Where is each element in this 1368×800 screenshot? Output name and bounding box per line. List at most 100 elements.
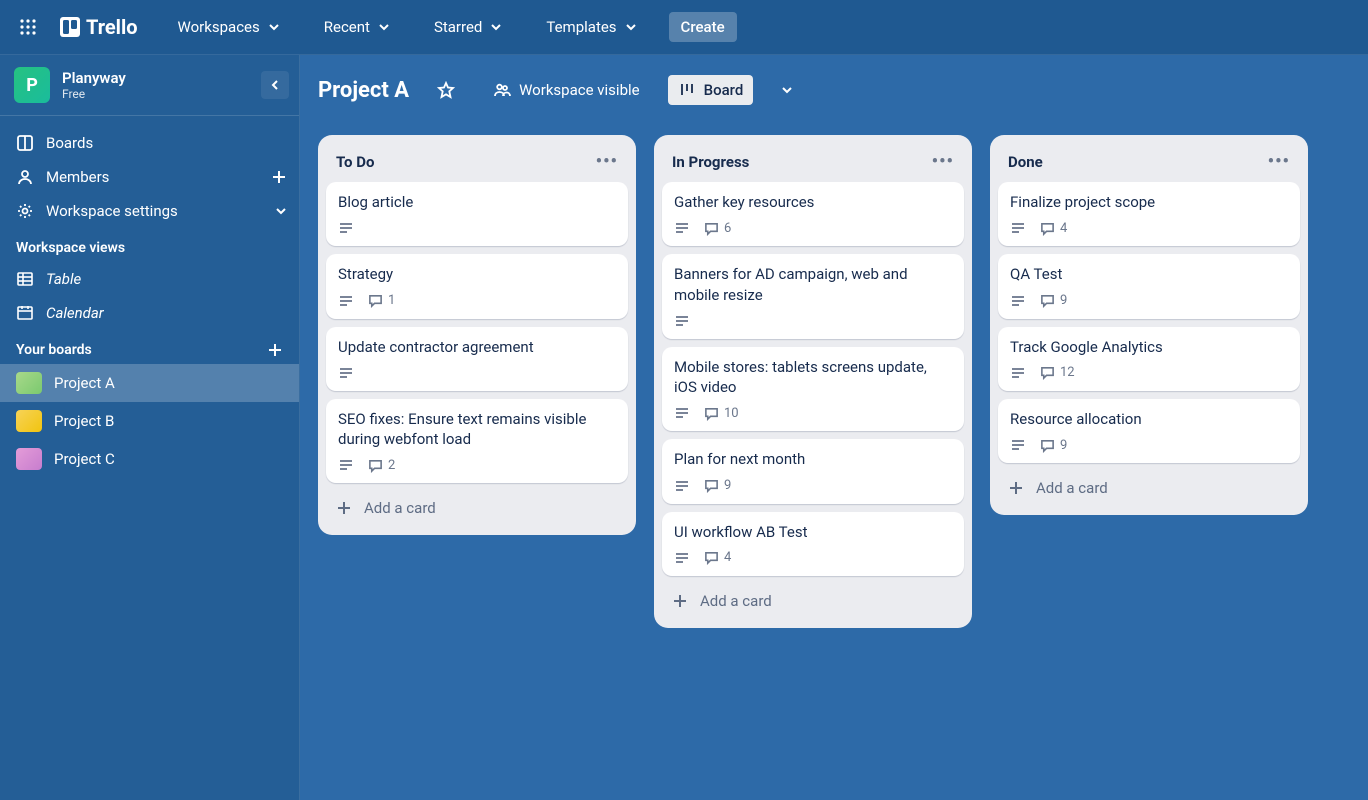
collapse-sidebar-button[interactable] xyxy=(261,71,289,99)
view-switcher[interactable]: Board xyxy=(668,75,754,105)
comment-count: 9 xyxy=(724,478,731,493)
card-badges: 4 xyxy=(674,550,952,566)
card-title: Update contractor agreement xyxy=(338,337,616,357)
card-title: Track Google Analytics xyxy=(1010,337,1288,357)
gear-icon xyxy=(16,202,34,220)
nav-templates[interactable]: Templates xyxy=(534,12,648,42)
plus-icon xyxy=(336,500,352,516)
comment-count: 1 xyxy=(388,293,395,308)
add-member-button[interactable] xyxy=(271,169,287,185)
star-button[interactable] xyxy=(427,75,465,105)
list: Done ••• Finalize project scope 4 QA Test9 Tr… xyxy=(990,135,1308,515)
sidebar-board-item[interactable]: Project A xyxy=(0,364,299,402)
list-menu-button[interactable]: ••• xyxy=(1268,151,1290,172)
card[interactable]: Track Google Analytics 12 xyxy=(998,327,1300,391)
card[interactable]: Resource allocation9 xyxy=(998,399,1300,463)
board-title[interactable]: Project A xyxy=(318,78,409,103)
nav-starred[interactable]: Starred xyxy=(422,12,514,42)
chevron-down-icon xyxy=(490,21,502,33)
card[interactable]: Blog article xyxy=(326,182,628,246)
list-title[interactable]: In Progress xyxy=(672,153,749,171)
sidebar-calendar-view[interactable]: Calendar xyxy=(0,296,299,330)
lists-container: To Do ••• Blog article Strategy1 Update cont… xyxy=(300,125,1368,800)
sidebar-members[interactable]: Members xyxy=(0,160,299,194)
sidebar-table-view[interactable]: Table xyxy=(0,262,299,296)
settings-expand[interactable] xyxy=(275,205,287,217)
comment-icon xyxy=(1040,365,1055,380)
workspace-switcher[interactable]: P Planyway Free xyxy=(0,55,299,116)
board-header: Project A Workspace visible Board xyxy=(300,55,1368,125)
add-card-button[interactable]: Add a card xyxy=(662,584,964,618)
chevron-down-icon xyxy=(268,21,280,33)
your-boards-header: Your boards xyxy=(0,330,299,364)
card-badges xyxy=(338,365,616,381)
comment-icon xyxy=(368,293,383,308)
add-card-button[interactable]: Add a card xyxy=(326,491,628,525)
card-badges: 2 xyxy=(338,457,616,473)
view-switcher-more[interactable] xyxy=(771,78,803,102)
brand-logo[interactable]: Trello xyxy=(52,15,146,39)
comment-count: 4 xyxy=(1060,221,1067,236)
sidebar-boards[interactable]: Boards xyxy=(0,126,299,160)
description-icon xyxy=(674,313,690,329)
nav-recent[interactable]: Recent xyxy=(312,12,402,42)
calendar-icon xyxy=(16,304,34,322)
list-menu-button[interactable]: ••• xyxy=(596,151,618,172)
chevron-down-icon xyxy=(378,21,390,33)
star-icon xyxy=(437,81,455,99)
sidebar-board-item[interactable]: Project B xyxy=(0,402,299,440)
workspace-plan: Free xyxy=(62,87,126,101)
card[interactable]: Finalize project scope 4 xyxy=(998,182,1300,246)
card[interactable]: Plan for next month 9 xyxy=(662,439,964,503)
add-board-button[interactable] xyxy=(267,342,283,358)
description-icon xyxy=(674,405,690,421)
nav-workspaces[interactable]: Workspaces xyxy=(166,12,292,42)
card-title: SEO fixes: Ensure text remains visible d… xyxy=(338,409,616,450)
create-button[interactable]: Create xyxy=(669,12,737,42)
table-icon xyxy=(16,270,34,288)
workspace-avatar: P xyxy=(14,67,50,103)
card[interactable]: Strategy1 xyxy=(326,254,628,318)
list-title[interactable]: To Do xyxy=(336,153,374,171)
apps-icon[interactable] xyxy=(10,9,46,45)
sidebar-settings[interactable]: Workspace settings xyxy=(0,194,299,228)
list-menu-button[interactable]: ••• xyxy=(932,151,954,172)
list-title[interactable]: Done xyxy=(1008,153,1043,171)
list: To Do ••• Blog article Strategy1 Update cont… xyxy=(318,135,636,535)
description-icon xyxy=(674,220,690,236)
description-icon xyxy=(674,550,690,566)
card-title: Resource allocation xyxy=(1010,409,1288,429)
comment-icon xyxy=(368,458,383,473)
card[interactable]: SEO fixes: Ensure text remains visible d… xyxy=(326,399,628,484)
card[interactable]: Gather key resources 6 xyxy=(662,182,964,246)
description-icon xyxy=(674,478,690,494)
card-title: Gather key resources xyxy=(674,192,952,212)
comment-icon xyxy=(1040,438,1055,453)
people-icon xyxy=(493,81,511,99)
comment-icon xyxy=(704,478,719,493)
plus-icon xyxy=(672,593,688,609)
board-color-swatch xyxy=(16,448,42,470)
comment-icon xyxy=(704,550,719,565)
sidebar-board-item[interactable]: Project C xyxy=(0,440,299,478)
brand-text: Trello xyxy=(86,15,138,39)
description-icon xyxy=(338,293,354,309)
card[interactable]: UI workflow AB Test4 xyxy=(662,512,964,576)
sidebar: P Planyway Free Boards Members xyxy=(0,55,300,800)
card-title: Plan for next month xyxy=(674,449,952,469)
card[interactable]: Update contractor agreement xyxy=(326,327,628,391)
visibility-button[interactable]: Workspace visible xyxy=(483,75,650,105)
comment-count: 6 xyxy=(724,221,731,236)
comment-count: 12 xyxy=(1060,365,1075,380)
card-title: QA Test xyxy=(1010,264,1288,284)
card-title: Blog article xyxy=(338,192,616,212)
card[interactable]: Banners for AD campaign, web and mobile … xyxy=(662,254,964,339)
trello-icon xyxy=(60,17,80,37)
card-title: Finalize project scope xyxy=(1010,192,1288,212)
description-icon xyxy=(1010,437,1026,453)
description-icon xyxy=(338,220,354,236)
board-area: Project A Workspace visible Board To Do •… xyxy=(300,55,1368,800)
card[interactable]: Mobile stores: tablets screens update, i… xyxy=(662,347,964,432)
add-card-button[interactable]: Add a card xyxy=(998,471,1300,505)
card[interactable]: QA Test9 xyxy=(998,254,1300,318)
